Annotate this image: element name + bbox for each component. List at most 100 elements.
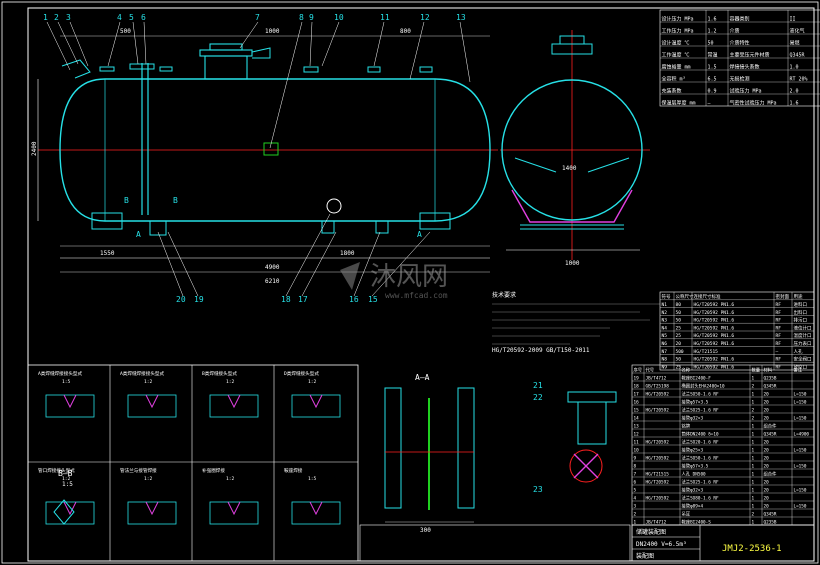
nozzle-table-cell: 压力表口 — [794, 340, 812, 347]
spec-table-cell: 介质特性 — [730, 39, 750, 46]
callout-15: 15 — [368, 295, 378, 304]
callout-12: 12 — [420, 13, 430, 22]
parts-list-cell: 14 — [634, 415, 640, 421]
parts-list-cell: 代号 — [646, 366, 655, 373]
leader-11 — [373, 21, 385, 67]
nozzle-table-cell: 公称尺寸 — [676, 293, 694, 300]
bottom-nozzle-3 — [375, 220, 389, 234]
spec-table-cell: 焊接接头系数 — [730, 63, 760, 70]
nozzle-table-cell: 温度计口 — [794, 332, 812, 339]
nozzle-table-cell: RF — [776, 318, 782, 324]
parts-list-cell: 1 — [752, 503, 755, 509]
callout-6: 6 — [141, 13, 146, 22]
spec-table-cell: 主要受压元件材质 — [730, 51, 770, 58]
callout-16: 16 — [349, 295, 359, 304]
parts-list-cell: 20 — [764, 439, 770, 445]
nozzle-table-cell: HG/T21515 — [694, 349, 719, 355]
nozzle-flange-n6 — [419, 66, 433, 73]
parts-list-cell: HG/T20592 — [646, 391, 670, 397]
level-gauge — [326, 198, 342, 214]
parts-list-cell: L=4900 — [794, 431, 810, 437]
spec-table-cell: 0.9 — [708, 88, 717, 94]
parts-list-cell: 组合件 — [764, 470, 778, 477]
parts-list-cell: HG/T20592 — [646, 455, 670, 461]
leader-8 — [269, 21, 303, 149]
parts-list-cell: 接管φ57×3.5 — [682, 462, 709, 469]
spec-table: 设计压力 MPa 1.6 容器类别 II 工作压力 MPa 1.2 介质 液化气设计温度 ℃ 5… — [659, 9, 820, 106]
leader-3 — [69, 21, 89, 67]
nozzle-table-cell: HG/T20592 PN1.6 — [694, 318, 735, 324]
spec-table-cell: 设计温度 ℃ — [662, 39, 690, 46]
weld-detail-title: A类焊缝焊接接头型式 — [38, 370, 83, 377]
nozzle-table-cell: RF — [776, 325, 782, 331]
weld-detail-groove — [63, 394, 77, 409]
parts-list-cell: 鞍座BI2400-S — [682, 518, 712, 525]
parts-list-cell: 接管φ25×3 — [682, 446, 704, 453]
leader-17 — [301, 231, 337, 297]
parts-list-cell: 1 — [752, 439, 755, 445]
parts-list-cell: 法兰SO50-1.6 RF — [682, 454, 719, 461]
nozzle-table-cell: 50 — [676, 318, 682, 324]
parts-list-cell: 1 — [634, 519, 637, 525]
spec-table-cell: 工作温度 ℃ — [662, 51, 690, 58]
nozzle-table-cell: N3 — [662, 318, 668, 324]
nozzle-table-cell: N4 — [662, 325, 668, 331]
parts-list-cell: 椭圆封头EHA2400×10 — [682, 382, 725, 389]
parts-list-cell: 20 — [764, 503, 770, 509]
spec-table-cell: 1.6 — [708, 16, 717, 22]
nozzle-table-cell: HG/T20592 PN1.6 — [694, 357, 735, 363]
dim-text-2400: 2400 — [31, 141, 38, 156]
leader-20 — [157, 231, 184, 297]
spec-table-cell: 6.5 — [708, 76, 717, 82]
spec-table-cell: 设计压力 MPa — [662, 15, 694, 22]
watermark-cn: 沐风网 — [370, 262, 448, 292]
parts-list-cell: 20 — [764, 391, 770, 397]
nozzle-table-cell: RF — [776, 341, 782, 347]
weld-detail-groove — [227, 394, 241, 409]
callout-18: 18 — [281, 295, 291, 304]
parts-list-cell: 20 — [764, 407, 770, 413]
weld-detail-scale: 1:2 — [226, 476, 235, 482]
weld-detail-title: 鞍座焊接 — [284, 467, 303, 474]
parts-list-cell: Q235B — [764, 375, 777, 381]
parts-list-cell: 2 — [634, 511, 637, 517]
callout-5: 5 — [129, 13, 134, 22]
parts-list-cell: 13 — [634, 423, 640, 429]
spec-table-cell: 液化气 — [790, 27, 805, 34]
weld-detail-groove — [309, 394, 323, 409]
callout-11: 11 — [380, 13, 390, 22]
parts-list-cell: 11 — [634, 439, 640, 445]
parts-list-cell: 3 — [634, 503, 637, 509]
end-view-dim-text-2: 1400 — [562, 165, 577, 172]
dim-text-top: 1000 — [265, 28, 280, 35]
title-line-1: 储罐装配图 — [636, 528, 666, 536]
spec-table-cell: 2.0 — [790, 88, 799, 94]
nozzle-table-cell: 25 — [676, 325, 682, 331]
weld-detail-groove — [227, 501, 241, 516]
parts-list-cell: 鞍座BI2400-F — [682, 374, 712, 381]
parts-list-cell: L=150 — [794, 487, 807, 493]
spec-table-cell: 腐蚀裕量 mm — [662, 63, 691, 70]
callout-3: 3 — [66, 13, 71, 22]
parts-list-cell: 1 — [752, 479, 755, 485]
parts-list-cell: 人孔 DN500 — [682, 470, 707, 477]
spec-table-cell: 1.2 — [708, 28, 717, 34]
parts-list-cell: Q345R — [764, 511, 777, 517]
parts-list-cell: 2 — [752, 407, 755, 413]
parts-list-cell: L=150 — [794, 447, 807, 453]
nozzle-table-cell: 25 — [676, 333, 682, 339]
spec-table-cell: — — [708, 100, 712, 106]
nozzle-table-cell: 符号 — [662, 293, 671, 300]
parts-list-cell: 12 — [634, 431, 640, 437]
manhole-flange — [199, 49, 253, 57]
spec-table-cell: 常温 — [708, 51, 718, 58]
spec-table-cell: 保温层厚度 mm — [662, 99, 696, 106]
spec-table-cell: 试验压力 MPa — [730, 87, 762, 94]
leader-7 — [239, 21, 259, 49]
parts-list-cell: 20 — [764, 479, 770, 485]
parts-list-cell: 1 — [752, 487, 755, 493]
technical-requirements: 技术要求 HG/T20592-2009 GB/T150-2011 — [492, 291, 660, 354]
detail-cross — [573, 453, 599, 479]
dim-text-overall: 6210 — [265, 278, 280, 285]
manhole-davit — [251, 47, 271, 59]
